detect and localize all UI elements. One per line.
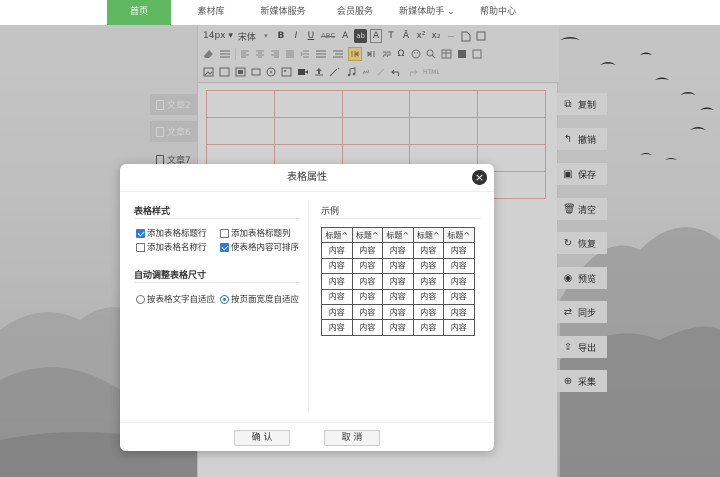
sample-cell: 内容: [412, 273, 444, 290]
option-label: 按表格文字自适应: [147, 295, 216, 305]
sample-cell: 内容: [382, 319, 414, 336]
option-label: 添加表格标题行: [147, 229, 207, 239]
sample-cell: 内容: [351, 319, 383, 336]
caption-option[interactable]: 添加表格名称行: [136, 241, 207, 253]
table-style-heading: 表格样式: [134, 207, 171, 217]
fit-page-radio[interactable]: [220, 294, 229, 304]
caption-checkbox[interactable]: [136, 242, 145, 252]
fit-text-option[interactable]: 按表格文字自适应: [136, 293, 215, 305]
divider: [321, 218, 481, 219]
nav-media-service[interactable]: 新媒体服务: [250, 0, 316, 25]
sample-cell: 内容: [412, 242, 444, 259]
sample-cell: 内容: [443, 257, 475, 275]
top-nav: 首页 素材库 新媒体服务 会员服务 新媒体助手 ⌄ 帮助中心: [0, 0, 720, 25]
sample-header-cell: 标题^: [321, 226, 353, 244]
sortable-checkbox[interactable]: [220, 242, 229, 252]
sample-cell: 内容: [382, 303, 414, 321]
sample-heading: 示例: [321, 207, 340, 217]
sample-cell: 内容: [443, 303, 475, 321]
cancel-button[interactable]: 取 消: [324, 430, 380, 446]
sample-cell: 内容: [351, 288, 383, 305]
option-label: 添加表格标题列: [231, 229, 291, 239]
sample-cell: 内容: [321, 288, 353, 305]
sample-body: 内容 内容 内容 内容 内容 内容 内容 内容 内容 内容 内容 内容 内容 内容 内容 内容 内容 内容 内容 内容…: [321, 242, 475, 336]
sample-cell: 内容: [321, 242, 353, 259]
dialog-title: 表格属性: [120, 164, 494, 192]
sample-cell: 内容: [321, 257, 353, 275]
title-col-checkbox[interactable]: [220, 228, 229, 238]
sample-cell: 内容: [351, 273, 383, 290]
sample-row: 内容 内容 内容 内容 内容: [321, 257, 475, 275]
sample-cell: 内容: [382, 257, 414, 275]
sample-table: 标题^ 标题^ 标题^ 标题^ 标题^ 内容 内容 内容 内容 内容 内容 内容 内容 内容 内容…: [321, 226, 475, 336]
sample-cell: 内容: [382, 273, 414, 290]
sample-cell: 内容: [443, 288, 475, 305]
sample-cell: 内容: [443, 273, 475, 290]
confirm-button[interactable]: 确 认: [234, 430, 290, 446]
title-row-option[interactable]: 添加表格标题行: [136, 227, 207, 239]
divider: [134, 282, 299, 283]
sample-row: 内容 内容 内容 内容 内容: [321, 319, 475, 336]
sample-cell: 内容: [351, 257, 383, 275]
nav-member[interactable]: 会员服务: [327, 0, 383, 25]
divider: [134, 218, 299, 219]
sample-cell: 内容: [321, 273, 353, 290]
option-label: 使表格内容可排序: [231, 243, 300, 253]
sample-cell: 内容: [351, 242, 383, 259]
sample-cell: 内容: [412, 303, 444, 321]
sample-row: 内容 内容 内容 内容 内容: [321, 273, 475, 290]
nav-material[interactable]: 素材库: [185, 0, 237, 25]
table-properties-dialog: 表格属性 × 表格样式 添加表格标题行 添加表格标题列 添加表格名称行 使表格内…: [120, 164, 494, 451]
close-icon[interactable]: ×: [472, 170, 487, 185]
nav-home[interactable]: 首页: [107, 0, 171, 25]
sortable-option[interactable]: 使表格内容可排序: [220, 241, 299, 253]
dialog-footer-divider: [120, 422, 494, 423]
auto-size-heading: 自动调整表格尺寸: [134, 271, 207, 281]
sample-header-cell: 标题^: [351, 226, 383, 244]
sample-cell: 内容: [412, 319, 444, 336]
sample-cell: 内容: [443, 242, 475, 259]
sample-cell: 内容: [412, 257, 444, 275]
option-label: 按页面宽度自适应: [231, 295, 300, 305]
vertical-divider: [308, 201, 309, 413]
sample-cell: 内容: [321, 303, 353, 321]
sample-row: 内容 内容 内容 内容 内容: [321, 242, 475, 259]
sample-cell: 内容: [382, 242, 414, 259]
sample-header-cell: 标题^: [412, 226, 444, 244]
sample-cell: 内容: [443, 319, 475, 336]
sample-cell: 内容: [382, 288, 414, 305]
sample-cell: 内容: [351, 303, 383, 321]
title-row-checkbox[interactable]: [136, 228, 145, 238]
nav-assistant[interactable]: 新媒体助手 ⌄: [392, 0, 462, 25]
sample-cell: 内容: [412, 288, 444, 305]
fit-page-option[interactable]: 按页面宽度自适应: [220, 293, 299, 305]
fit-text-radio[interactable]: [136, 294, 145, 304]
sample-header-cell: 标题^: [382, 226, 414, 244]
sample-row: 内容 内容 内容 内容 内容: [321, 303, 475, 321]
sample-row: 内容 内容 内容 内容 内容: [321, 288, 475, 305]
option-label: 添加表格名称行: [147, 243, 207, 253]
sample-header-cell: 标题^: [443, 226, 475, 244]
sample-cell: 内容: [321, 319, 353, 336]
title-col-option[interactable]: 添加表格标题列: [220, 227, 291, 239]
nav-help[interactable]: 帮助中心: [470, 0, 526, 25]
